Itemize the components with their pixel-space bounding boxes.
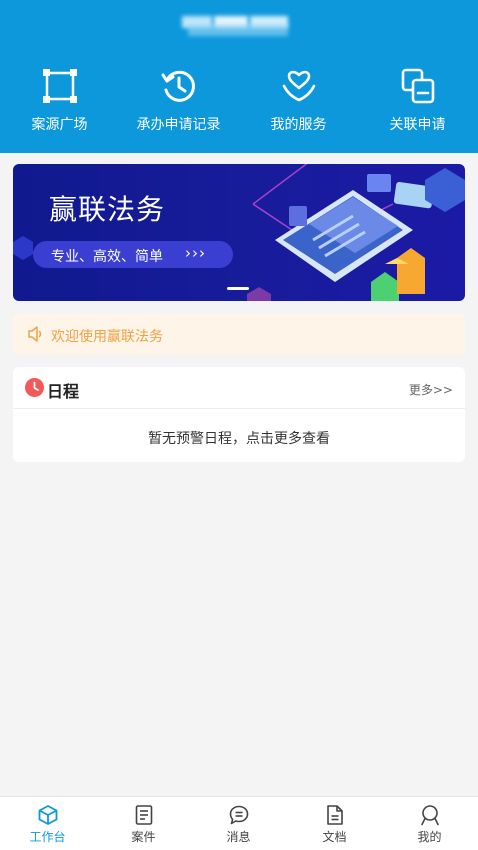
carousel-indicator[interactable] <box>227 287 249 290</box>
bottom-tab-bar: 工作台 案件 消息 文档 我的 <box>0 796 478 850</box>
speaker-icon <box>28 326 42 342</box>
promo-banner[interactable]: 赢联法务 专业、高效、简单 ››› <box>13 164 465 301</box>
banner-tagline-pill: 专业、高效、简单 ››› <box>33 241 233 268</box>
tab-messages[interactable]: 消息 <box>191 797 286 850</box>
link-copy-icon <box>401 68 434 104</box>
top-header: 案源广场 承办申请记录 我的服务 关联申请 <box>0 0 478 153</box>
quick-action-application-history[interactable]: 承办申请记录 <box>119 66 238 136</box>
schedule-title: 日程 <box>47 382 80 401</box>
history-icon <box>161 70 195 102</box>
tab-label: 消息 <box>226 830 251 844</box>
tab-documents[interactable]: 文档 <box>287 797 382 850</box>
banner-illustration <box>13 164 465 301</box>
schedule-empty-message[interactable]: 暂无预警日程，点击更多查看 <box>13 428 465 448</box>
document-list-icon <box>135 805 152 825</box>
blurred-title <box>170 14 300 36</box>
notice-bar[interactable]: 欢迎使用赢联法务 <box>13 314 465 354</box>
tab-cases[interactable]: 案件 <box>96 797 191 850</box>
clock-icon <box>25 378 44 397</box>
tab-label: 案件 <box>131 830 156 844</box>
file-icon <box>326 805 343 825</box>
banner-arrows-icon: ››› <box>185 244 206 262</box>
chat-bubble-icon <box>229 805 248 825</box>
schedule-more-link[interactable]: 更多>> <box>409 381 453 398</box>
notice-text: 欢迎使用赢联法务 <box>51 329 163 345</box>
quick-action-my-services[interactable]: 我的服务 <box>239 66 358 136</box>
quick-action-label: 我的服务 <box>270 117 327 133</box>
heart-hand-icon <box>282 70 315 102</box>
banner-title: 赢联法务 <box>49 193 166 226</box>
user-icon <box>420 805 439 826</box>
tab-profile[interactable]: 我的 <box>382 797 477 850</box>
banner-tagline: 专业、高效、简单 <box>51 249 163 265</box>
schedule-header: 日程 更多>> <box>13 367 465 409</box>
schedule-card: 日程 更多>> 暂无预警日程，点击更多查看 <box>13 367 465 462</box>
quick-action-linked-applications[interactable]: 关联申请 <box>358 66 477 136</box>
tab-label: 文档 <box>322 830 347 844</box>
tab-workbench[interactable]: 工作台 <box>0 797 95 850</box>
tab-label: 工作台 <box>29 830 66 844</box>
quick-action-label: 承办申请记录 <box>136 117 221 133</box>
crop-frame-icon <box>42 69 77 103</box>
tab-label: 我的 <box>417 830 442 844</box>
quick-action-label: 关联申请 <box>389 117 446 133</box>
quick-action-label: 案源广场 <box>31 117 88 133</box>
quick-action-case-square[interactable]: 案源广场 <box>0 66 119 136</box>
cube-icon <box>38 805 57 825</box>
